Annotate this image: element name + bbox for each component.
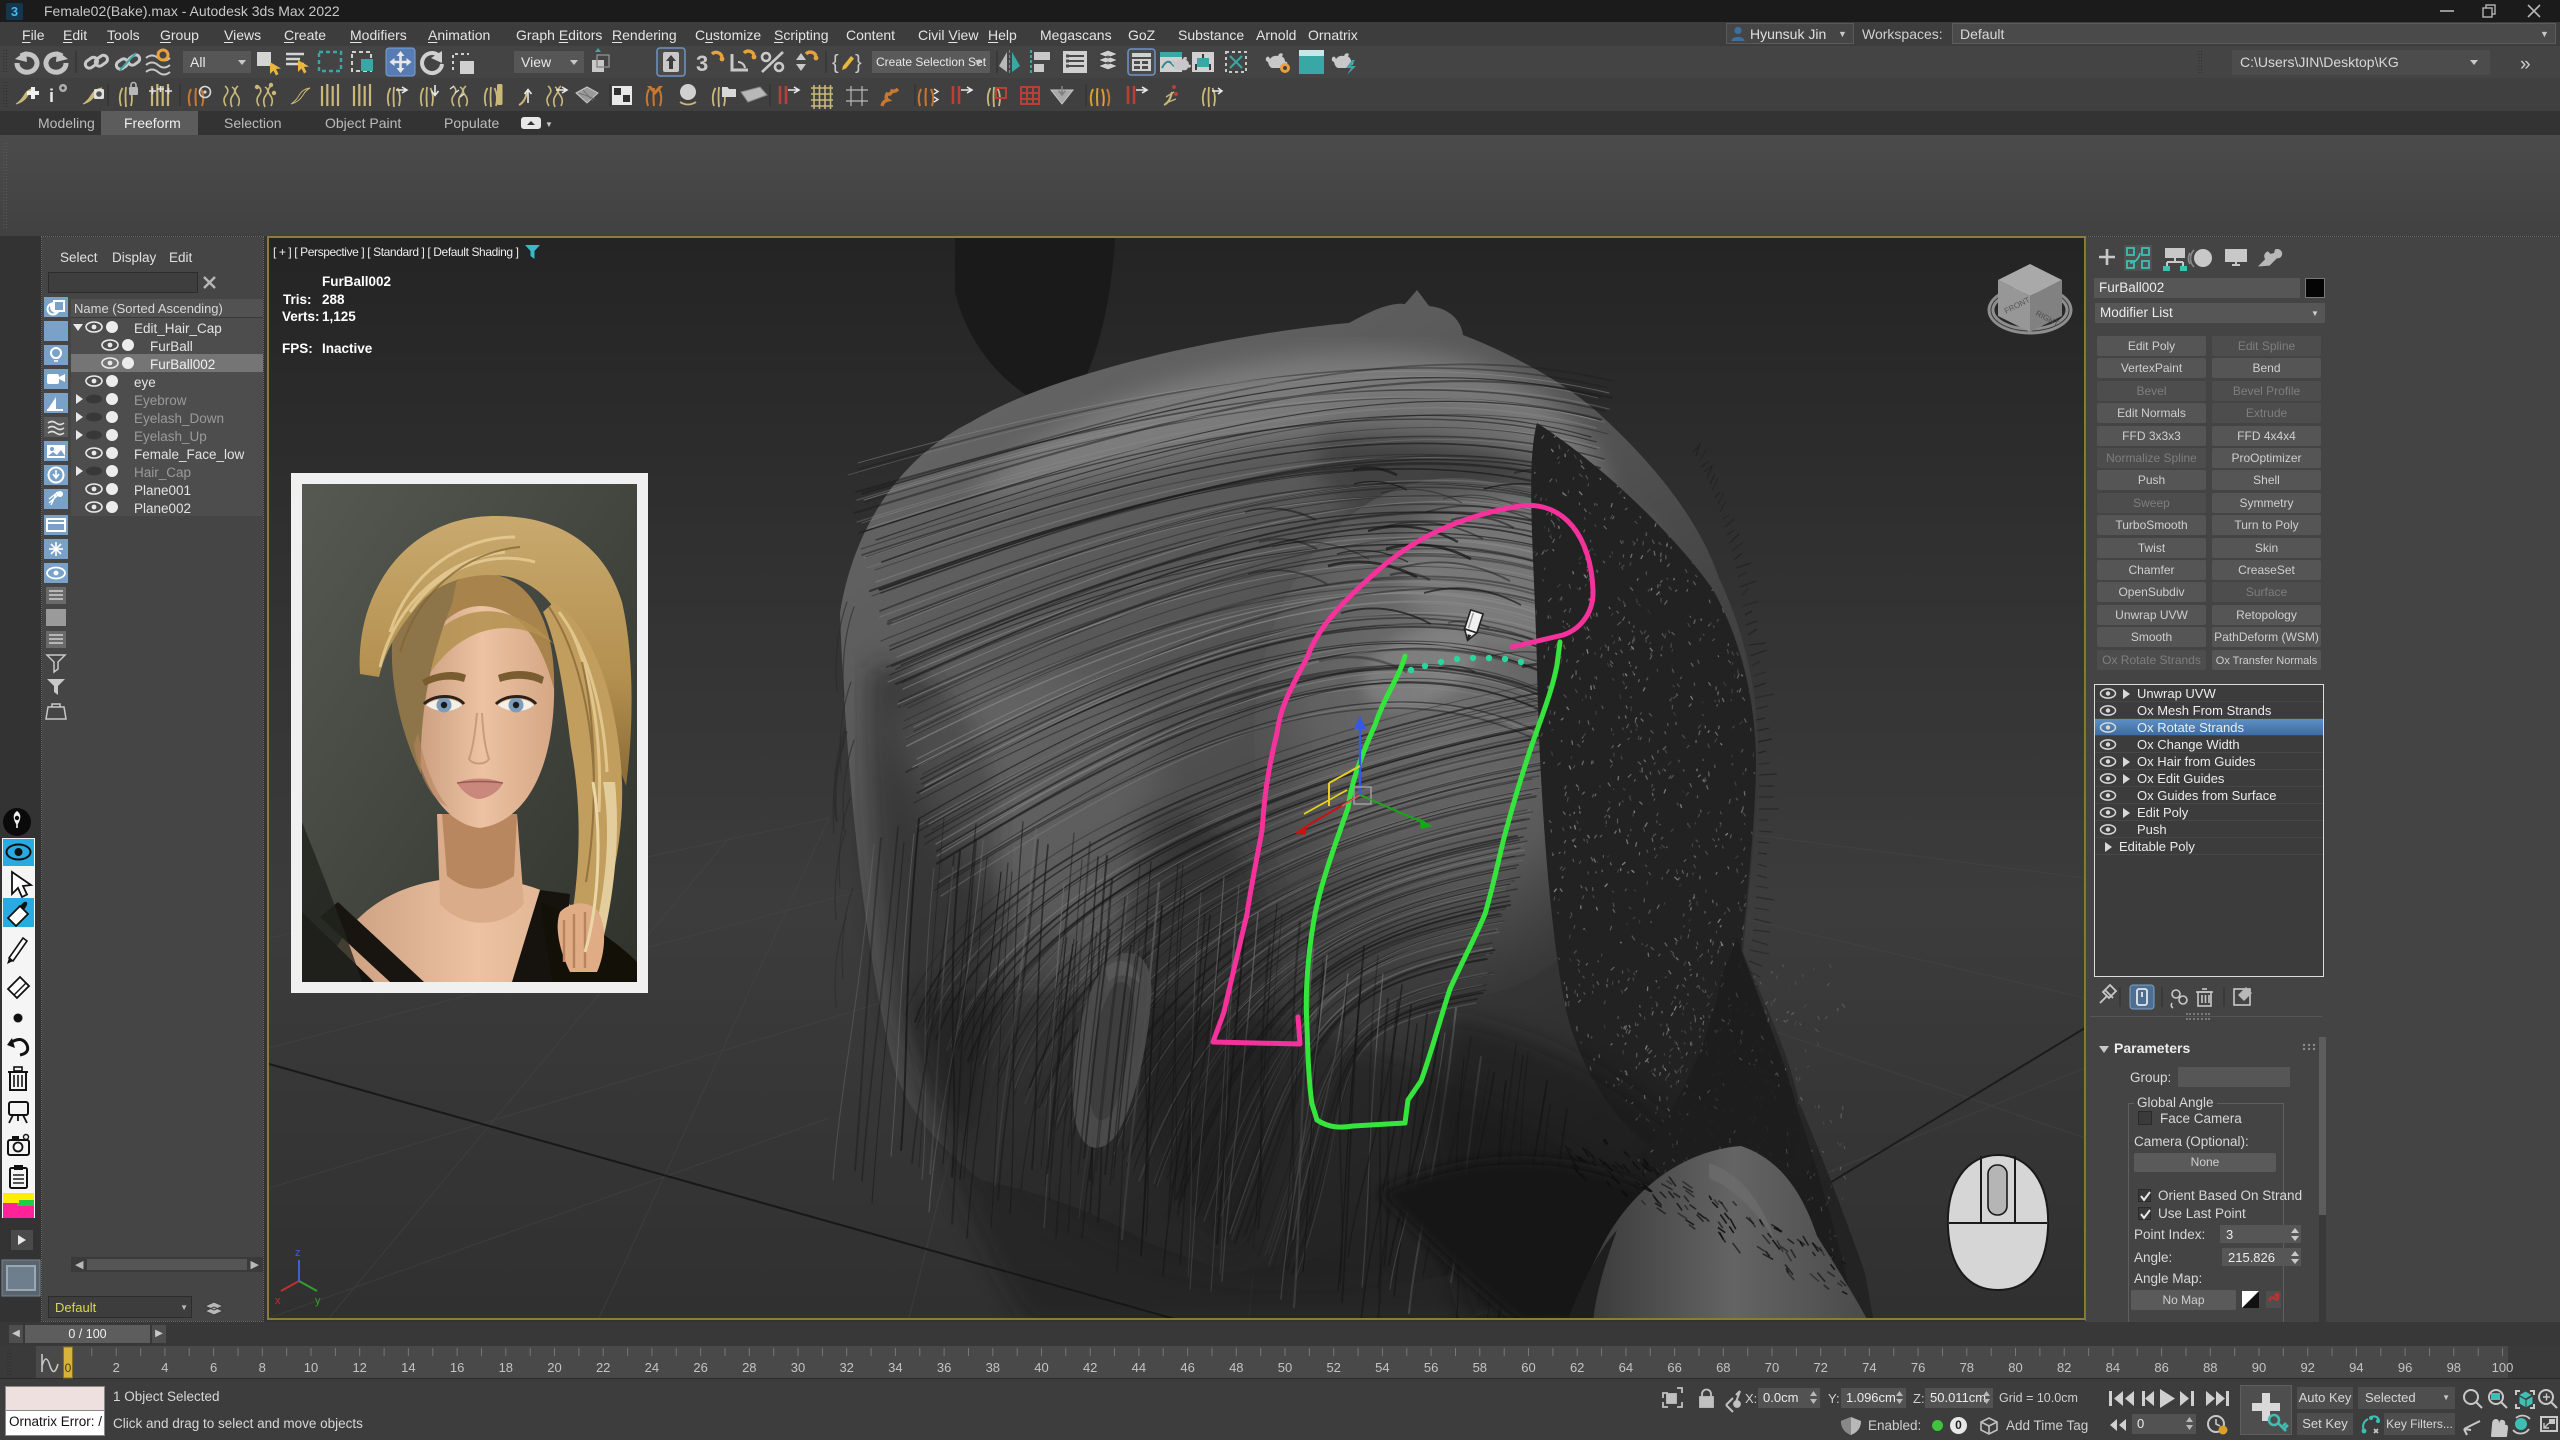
svg-text:50: 50 — [1278, 1360, 1292, 1375]
svg-text:0: 0 — [65, 1361, 72, 1375]
svg-text:1,125: 1,125 — [322, 309, 356, 324]
svg-text:64: 64 — [1619, 1360, 1633, 1375]
svg-text:54: 54 — [1375, 1360, 1389, 1375]
svg-text:z: z — [295, 1247, 301, 1259]
svg-text:3: 3 — [11, 4, 18, 19]
svg-text:76: 76 — [1911, 1360, 1925, 1375]
svg-text:36: 36 — [937, 1360, 951, 1375]
svg-text:82: 82 — [2057, 1360, 2071, 1375]
svg-text:40: 40 — [1034, 1360, 1048, 1375]
svg-text:94: 94 — [2349, 1360, 2363, 1375]
svg-text:4: 4 — [161, 1360, 168, 1375]
svg-text:88: 88 — [2203, 1360, 2217, 1375]
svg-text:16: 16 — [450, 1360, 464, 1375]
svg-text:62: 62 — [1570, 1360, 1584, 1375]
svg-text:FPS:: FPS: — [282, 341, 313, 356]
svg-text:46: 46 — [1180, 1360, 1194, 1375]
svg-text:92: 92 — [2300, 1360, 2314, 1375]
svg-text:90: 90 — [2252, 1360, 2266, 1375]
svg-text:98: 98 — [2447, 1360, 2461, 1375]
svg-text:288: 288 — [322, 292, 345, 307]
svg-text:56: 56 — [1424, 1360, 1438, 1375]
svg-text:8: 8 — [259, 1360, 266, 1375]
svg-text:14: 14 — [401, 1360, 415, 1375]
svg-text:All: All — [190, 54, 206, 70]
svg-text:60: 60 — [1521, 1360, 1535, 1375]
svg-text:28: 28 — [742, 1360, 756, 1375]
svg-text:18: 18 — [499, 1360, 513, 1375]
svg-text:44: 44 — [1132, 1360, 1146, 1375]
svg-text:52: 52 — [1326, 1360, 1340, 1375]
svg-text:96: 96 — [2398, 1360, 2412, 1375]
svg-text:»: » — [2520, 54, 2531, 75]
svg-text:3: 3 — [696, 51, 708, 76]
svg-text:66: 66 — [1667, 1360, 1681, 1375]
svg-text:80: 80 — [2008, 1360, 2022, 1375]
svg-text:74: 74 — [1862, 1360, 1876, 1375]
svg-text:}: } — [855, 52, 862, 74]
svg-text:View: View — [521, 54, 552, 70]
svg-text:Create Selection Set: Create Selection Set — [876, 55, 987, 69]
svg-text:6: 6 — [210, 1360, 217, 1375]
svg-text:68: 68 — [1716, 1360, 1730, 1375]
svg-text:32: 32 — [839, 1360, 853, 1375]
svg-text:24: 24 — [645, 1360, 659, 1375]
svg-text:10: 10 — [304, 1360, 318, 1375]
svg-text:20: 20 — [547, 1360, 561, 1375]
svg-text:78: 78 — [1960, 1360, 1974, 1375]
svg-text:FurBall002: FurBall002 — [322, 274, 391, 289]
svg-text:72: 72 — [1813, 1360, 1827, 1375]
svg-text:Inactive: Inactive — [322, 341, 373, 356]
svg-text:100: 100 — [2492, 1360, 2514, 1375]
svg-text:42: 42 — [1083, 1360, 1097, 1375]
svg-text:22: 22 — [596, 1360, 610, 1375]
svg-text:i: i — [49, 86, 54, 106]
svg-text:48: 48 — [1229, 1360, 1243, 1375]
svg-text:30: 30 — [791, 1360, 805, 1375]
svg-text:Tris:: Tris: — [283, 292, 312, 307]
svg-text:12: 12 — [352, 1360, 366, 1375]
svg-text:[ + ] [ Perspective ] [ Standa: [ + ] [ Perspective ] [ Standard ] [ Def… — [273, 245, 519, 259]
svg-text:26: 26 — [693, 1360, 707, 1375]
svg-text:86: 86 — [2154, 1360, 2168, 1375]
svg-text:38: 38 — [986, 1360, 1000, 1375]
svg-text:C:\Users\JIN\Desktop\KG: C:\Users\JIN\Desktop\KG — [2240, 54, 2399, 70]
svg-text:x: x — [275, 1295, 281, 1307]
svg-text:y: y — [315, 1295, 321, 1307]
svg-text:{: { — [832, 52, 839, 74]
svg-text:70: 70 — [1765, 1360, 1779, 1375]
svg-text:34: 34 — [888, 1360, 902, 1375]
svg-text:58: 58 — [1473, 1360, 1487, 1375]
svg-text:Verts:: Verts: — [282, 309, 320, 324]
svg-text:2: 2 — [113, 1360, 120, 1375]
svg-text:84: 84 — [2106, 1360, 2120, 1375]
